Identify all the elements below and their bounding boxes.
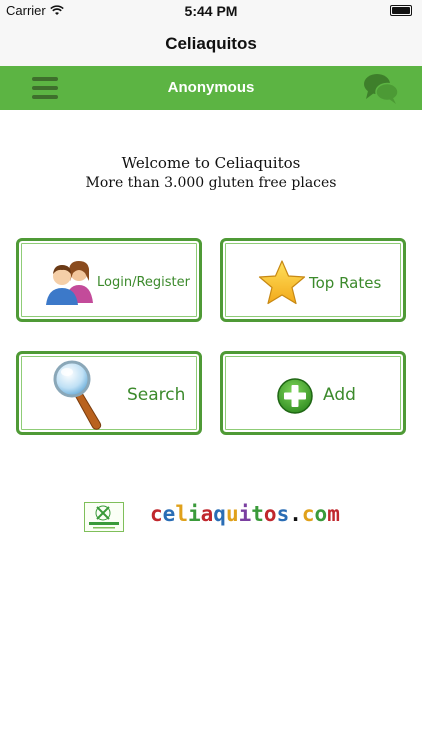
footer-domain-letter: t xyxy=(251,502,264,526)
footer-domain-letter: l xyxy=(175,502,188,526)
users-icon xyxy=(46,261,93,305)
login-register-label: Login/Register xyxy=(97,275,190,290)
status-bar: Carrier 5:44 PM xyxy=(0,0,422,22)
welcome-title: Welcome to Celiaquitos xyxy=(121,154,301,172)
footer-domain-letter: s xyxy=(276,502,290,526)
login-register-button[interactable]: Login/Register xyxy=(16,238,202,322)
footer-domain-letter: e xyxy=(162,502,176,526)
chat-icon[interactable] xyxy=(362,72,400,106)
search-button[interactable]: Search xyxy=(16,351,202,435)
top-rates-button[interactable]: Top Rates xyxy=(220,238,406,322)
footer-domain-letter: o xyxy=(314,502,328,526)
footer-domain-letter: a xyxy=(200,502,214,526)
add-button[interactable]: Add xyxy=(220,351,406,435)
logo-mark-icon xyxy=(89,505,119,529)
user-toolbar: Anonymous xyxy=(0,66,422,110)
footer-domain-letter: u xyxy=(225,502,239,526)
page-title: Celiaquitos xyxy=(165,34,257,53)
status-time: 5:44 PM xyxy=(184,3,238,19)
footer-domain-letter: c xyxy=(150,502,163,526)
top-rates-label: Top Rates xyxy=(309,274,382,292)
user-name: Anonymous xyxy=(167,79,255,96)
footer-domain-letter: i xyxy=(238,502,252,526)
celiaquitos-logo xyxy=(84,502,124,532)
footer-domain-letter: o xyxy=(263,502,277,526)
footer-domain-letter: . xyxy=(289,502,302,526)
welcome-subtitle: More than 3.000 gluten free places xyxy=(85,175,337,191)
star-icon xyxy=(258,260,306,305)
magnifier-icon xyxy=(53,360,102,430)
battery-icon xyxy=(390,5,412,16)
plus-circle-icon xyxy=(277,378,313,414)
footer-domain-letter: c xyxy=(301,502,315,526)
add-label: Add xyxy=(323,385,356,405)
footer-domain-letter: q xyxy=(213,502,226,526)
footer-domain-letter: i xyxy=(187,502,201,526)
search-label: Search xyxy=(127,385,186,405)
footer-domain: celiaquitos.com xyxy=(150,502,340,526)
nav-bar: Celiaquitos xyxy=(0,22,422,66)
footer-domain-letter: m xyxy=(327,502,340,526)
